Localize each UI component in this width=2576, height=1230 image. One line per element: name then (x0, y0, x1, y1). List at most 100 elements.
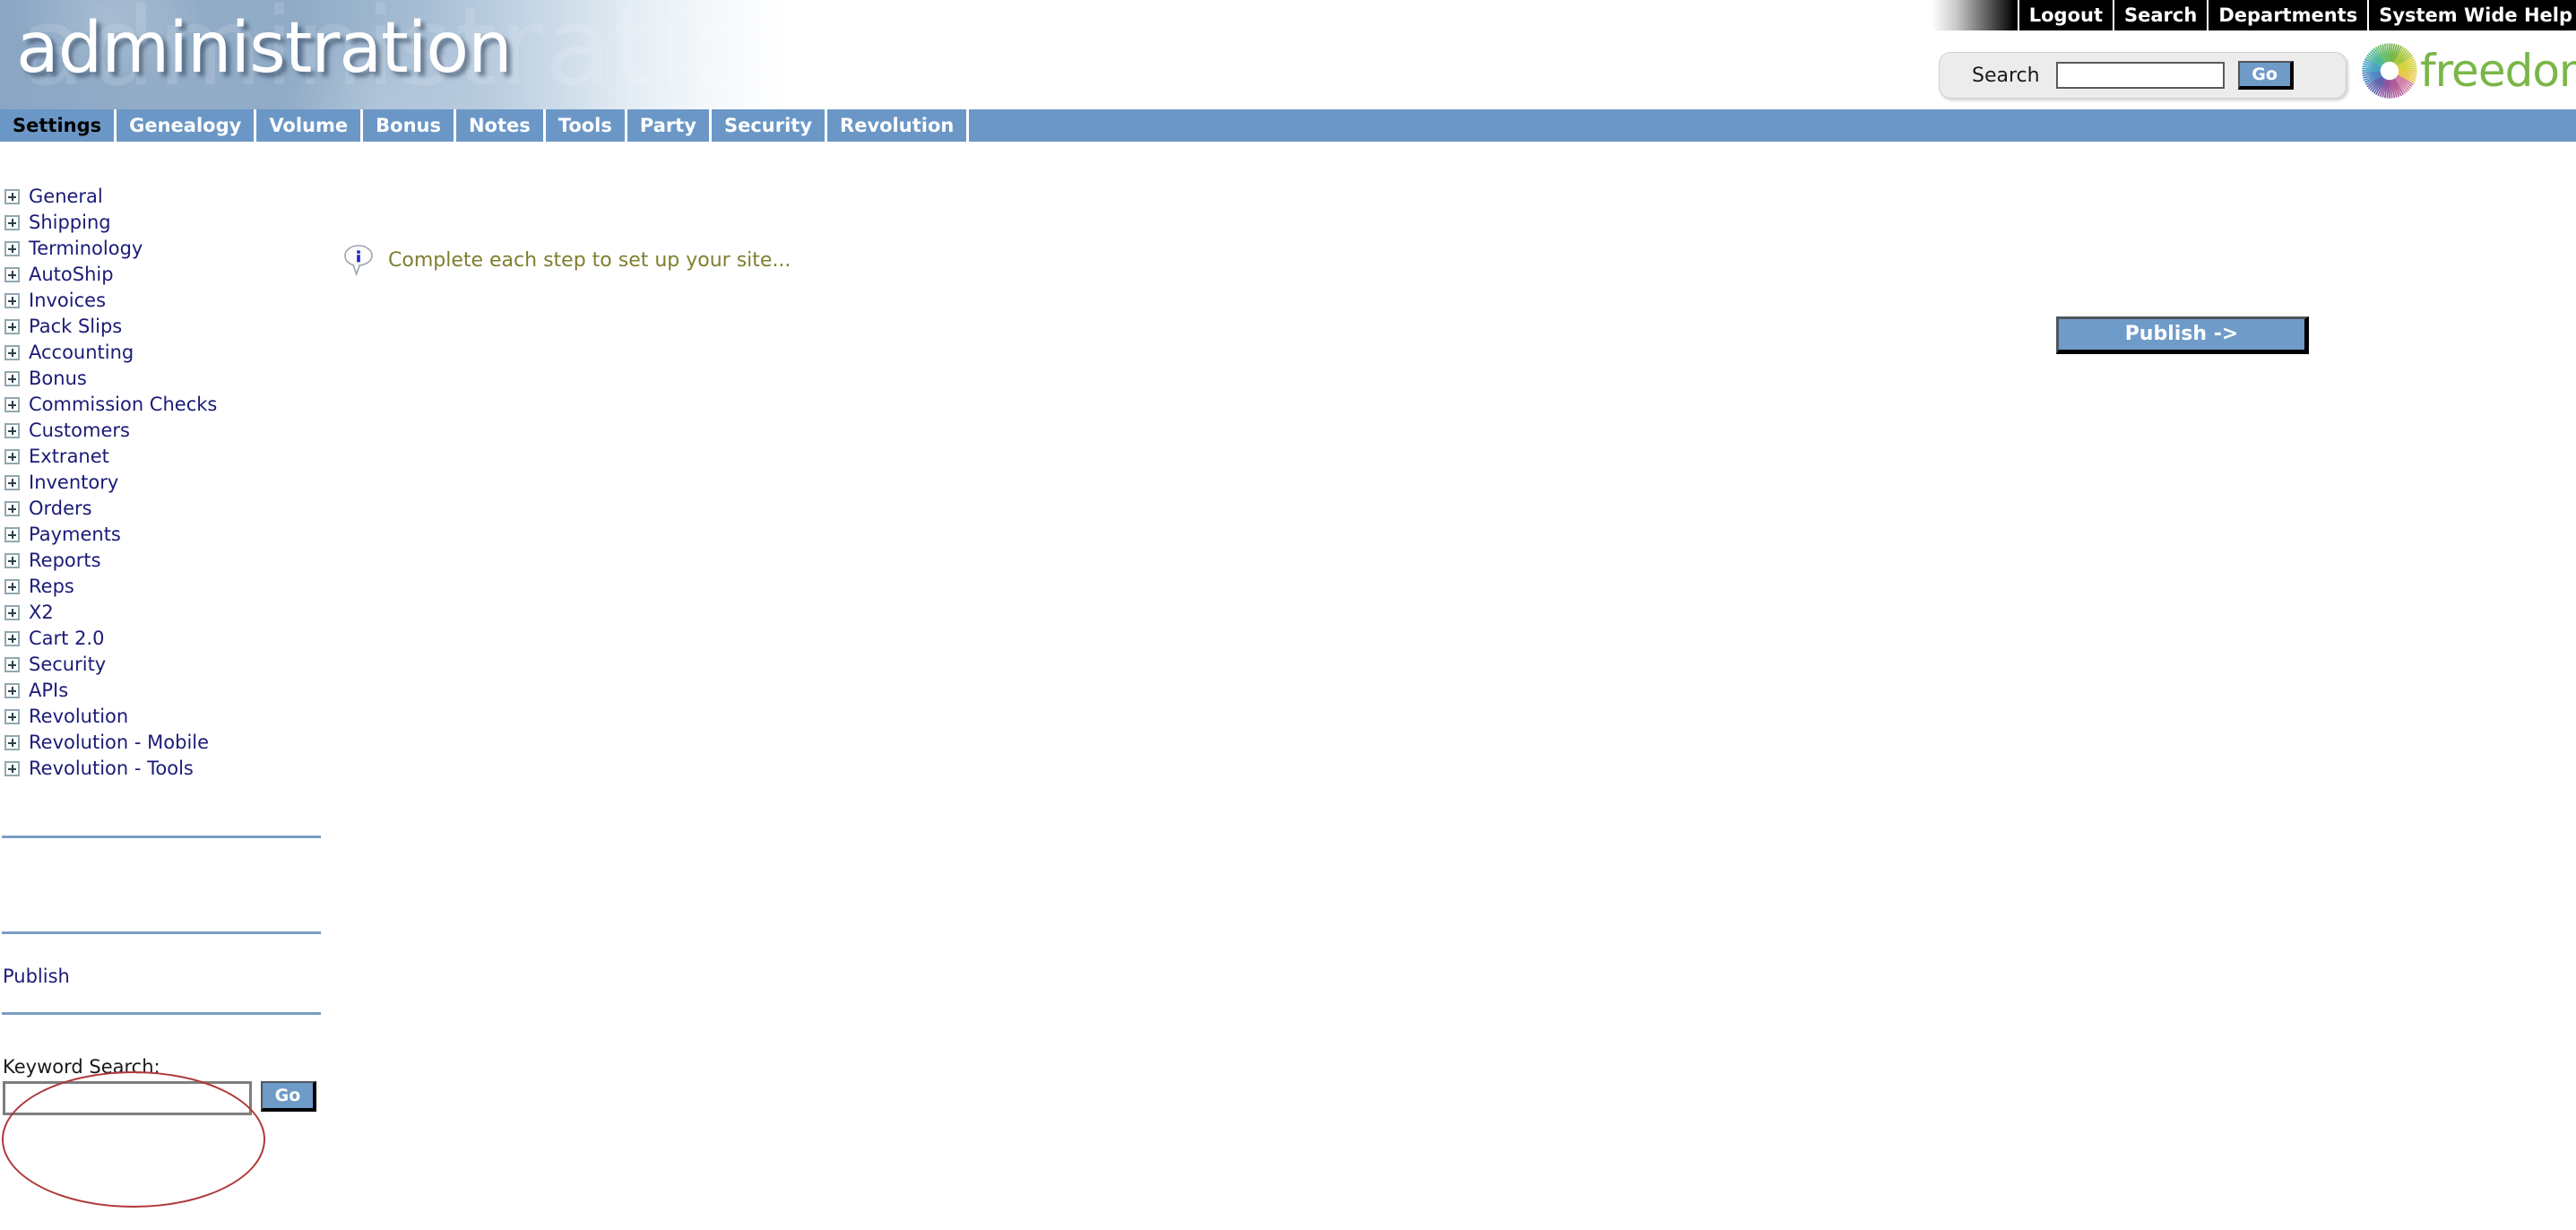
expand-plus-icon[interactable] (4, 189, 20, 204)
sidebar-item-label: Revolution - Mobile (29, 732, 210, 753)
sidebar-item-label: Orders (29, 498, 92, 519)
expand-plus-icon[interactable] (4, 241, 20, 256)
expand-plus-icon[interactable] (4, 319, 20, 334)
expand-plus-icon[interactable] (4, 761, 20, 776)
tab-settings[interactable]: Settings (0, 109, 117, 142)
sidebar-item-pack-slips[interactable]: Pack Slips (0, 314, 341, 340)
sidebar-item-terminology[interactable]: Terminology (0, 236, 341, 262)
keyword-search-area: Keyword Search: Go (0, 1056, 359, 1115)
sidebar-item-extranet[interactable]: Extranet (0, 444, 341, 470)
sidebar-item-label: Payments (29, 524, 121, 545)
expand-plus-icon[interactable] (4, 527, 20, 542)
sidebar-item-label: Reports (29, 550, 101, 571)
info-balloon-icon (343, 244, 374, 277)
freedom-wordmark: freedom (2420, 45, 2576, 97)
sidebar-item-customers[interactable]: Customers (0, 418, 341, 444)
setup-notice: Complete each step to set up your site..… (343, 244, 791, 277)
sidebar-item-security[interactable]: Security (0, 652, 341, 678)
settings-sidebar: General Shipping Terminology AutoShip In… (0, 184, 341, 1015)
sidebar-item-autoship[interactable]: AutoShip (0, 262, 341, 288)
expand-plus-icon[interactable] (4, 423, 20, 438)
sidebar-item-payments[interactable]: Payments (0, 522, 341, 548)
sidebar-item-label: Revolution - Tools (29, 758, 194, 779)
sidebar-item-label: Accounting (29, 342, 134, 363)
sidebar-item-reports[interactable]: Reports (0, 548, 341, 574)
expand-plus-icon[interactable] (4, 579, 20, 594)
header-search-input[interactable] (2055, 62, 2225, 89)
sidebar-item-orders[interactable]: Orders (0, 496, 341, 522)
expand-plus-icon[interactable] (4, 293, 20, 308)
sidebar-item-label: Cart 2.0 (29, 628, 105, 649)
sidebar-item-label: Invoices (29, 290, 107, 311)
expand-plus-icon[interactable] (4, 553, 20, 568)
utility-bar: Logout Search Departments System Wide He… (1932, 0, 2576, 30)
sidebar-item-label: APIs (29, 680, 69, 701)
tab-revolution[interactable]: Revolution (827, 109, 970, 142)
tab-tools[interactable]: Tools (545, 109, 627, 142)
sidebar-item-label: Shipping (29, 212, 111, 233)
freedom-burst-icon (2361, 42, 2418, 100)
sidebar-item-bonus[interactable]: Bonus (0, 366, 341, 392)
sidebar-item-revolution-tools[interactable]: Revolution - Tools (0, 756, 341, 782)
sidebar-item-label: Extranet (29, 446, 109, 467)
expand-plus-icon[interactable] (4, 735, 20, 750)
page-title: administration (16, 8, 513, 89)
header-search-go-button[interactable]: Go (2237, 61, 2294, 90)
sidebar-item-inventory[interactable]: Inventory (0, 470, 341, 496)
tab-volume[interactable]: Volume (256, 109, 364, 142)
keyword-search-label: Keyword Search: (3, 1056, 160, 1078)
sidebar-item-label: AutoShip (29, 264, 114, 285)
tab-security[interactable]: Security (711, 109, 828, 142)
tab-list: Settings Genealogy Volume Bonus Notes To… (0, 109, 2576, 142)
setup-notice-text: Complete each step to set up your site..… (388, 248, 791, 272)
expand-plus-icon[interactable] (4, 475, 20, 490)
sidebar-item-apis[interactable]: APIs (0, 678, 341, 704)
keyword-search-input[interactable] (3, 1081, 252, 1115)
sidebar-item-accounting[interactable]: Accounting (0, 340, 341, 366)
keyword-search-row: Go (0, 1081, 359, 1115)
expand-plus-icon[interactable] (4, 345, 20, 360)
tab-bar-filler (969, 109, 1210, 142)
sidebar-item-general[interactable]: General (0, 184, 341, 210)
main-tab-bar: Settings Genealogy Volume Bonus Notes To… (0, 109, 2576, 142)
publish-button[interactable]: Publish -> (2056, 316, 2309, 354)
expand-plus-icon[interactable] (4, 605, 20, 620)
expand-plus-icon[interactable] (4, 501, 20, 516)
sidebar-divider-bottom (2, 1012, 321, 1015)
keyword-search-go-button[interactable]: Go (261, 1081, 316, 1112)
tab-genealogy[interactable]: Genealogy (117, 109, 257, 142)
expand-plus-icon[interactable] (4, 683, 20, 698)
utility-link-search[interactable]: Search (2113, 0, 2207, 30)
sidebar-item-label: Inventory (29, 472, 119, 493)
sidebar-item-reps[interactable]: Reps (0, 574, 341, 600)
utility-link-logout[interactable]: Logout (2017, 0, 2113, 30)
expand-plus-icon[interactable] (4, 371, 20, 386)
expand-plus-icon[interactable] (4, 657, 20, 672)
expand-plus-icon[interactable] (4, 449, 20, 464)
sidebar-item-label: Terminology (29, 238, 143, 259)
expand-plus-icon[interactable] (4, 215, 20, 230)
sidebar-item-invoices[interactable]: Invoices (0, 288, 341, 314)
sidebar-item-shipping[interactable]: Shipping (0, 210, 341, 236)
expand-plus-icon[interactable] (4, 709, 20, 724)
header-search-panel: Search Go (1939, 52, 2347, 99)
sidebar-item-revolution[interactable]: Revolution (0, 704, 341, 730)
sidebar-item-label: Pack Slips (29, 316, 123, 337)
tab-notes[interactable]: Notes (455, 109, 546, 142)
utility-link-system-wide-help[interactable]: System Wide Help (2367, 0, 2576, 30)
sidebar-item-label: Revolution (29, 706, 129, 727)
expand-plus-icon[interactable] (4, 631, 20, 646)
sidebar-item-commission-checks[interactable]: Commission Checks (0, 392, 341, 418)
sidebar-item-x2[interactable]: X2 (0, 600, 341, 626)
sidebar-item-label: Reps (29, 576, 74, 597)
sidebar-item-label: Customers (29, 420, 130, 441)
sidebar-item-cart-2-0[interactable]: Cart 2.0 (0, 626, 341, 652)
tab-party[interactable]: Party (627, 109, 712, 142)
sidebar-item-revolution-mobile[interactable]: Revolution - Mobile (0, 730, 341, 756)
utility-link-departments[interactable]: Departments (2207, 0, 2367, 30)
sidebar-publish-link[interactable]: Publish (0, 965, 341, 988)
expand-plus-icon[interactable] (4, 267, 20, 282)
tab-bonus[interactable]: Bonus (363, 109, 456, 142)
expand-plus-icon[interactable] (4, 397, 20, 412)
sidebar-item-label: Bonus (29, 368, 87, 389)
